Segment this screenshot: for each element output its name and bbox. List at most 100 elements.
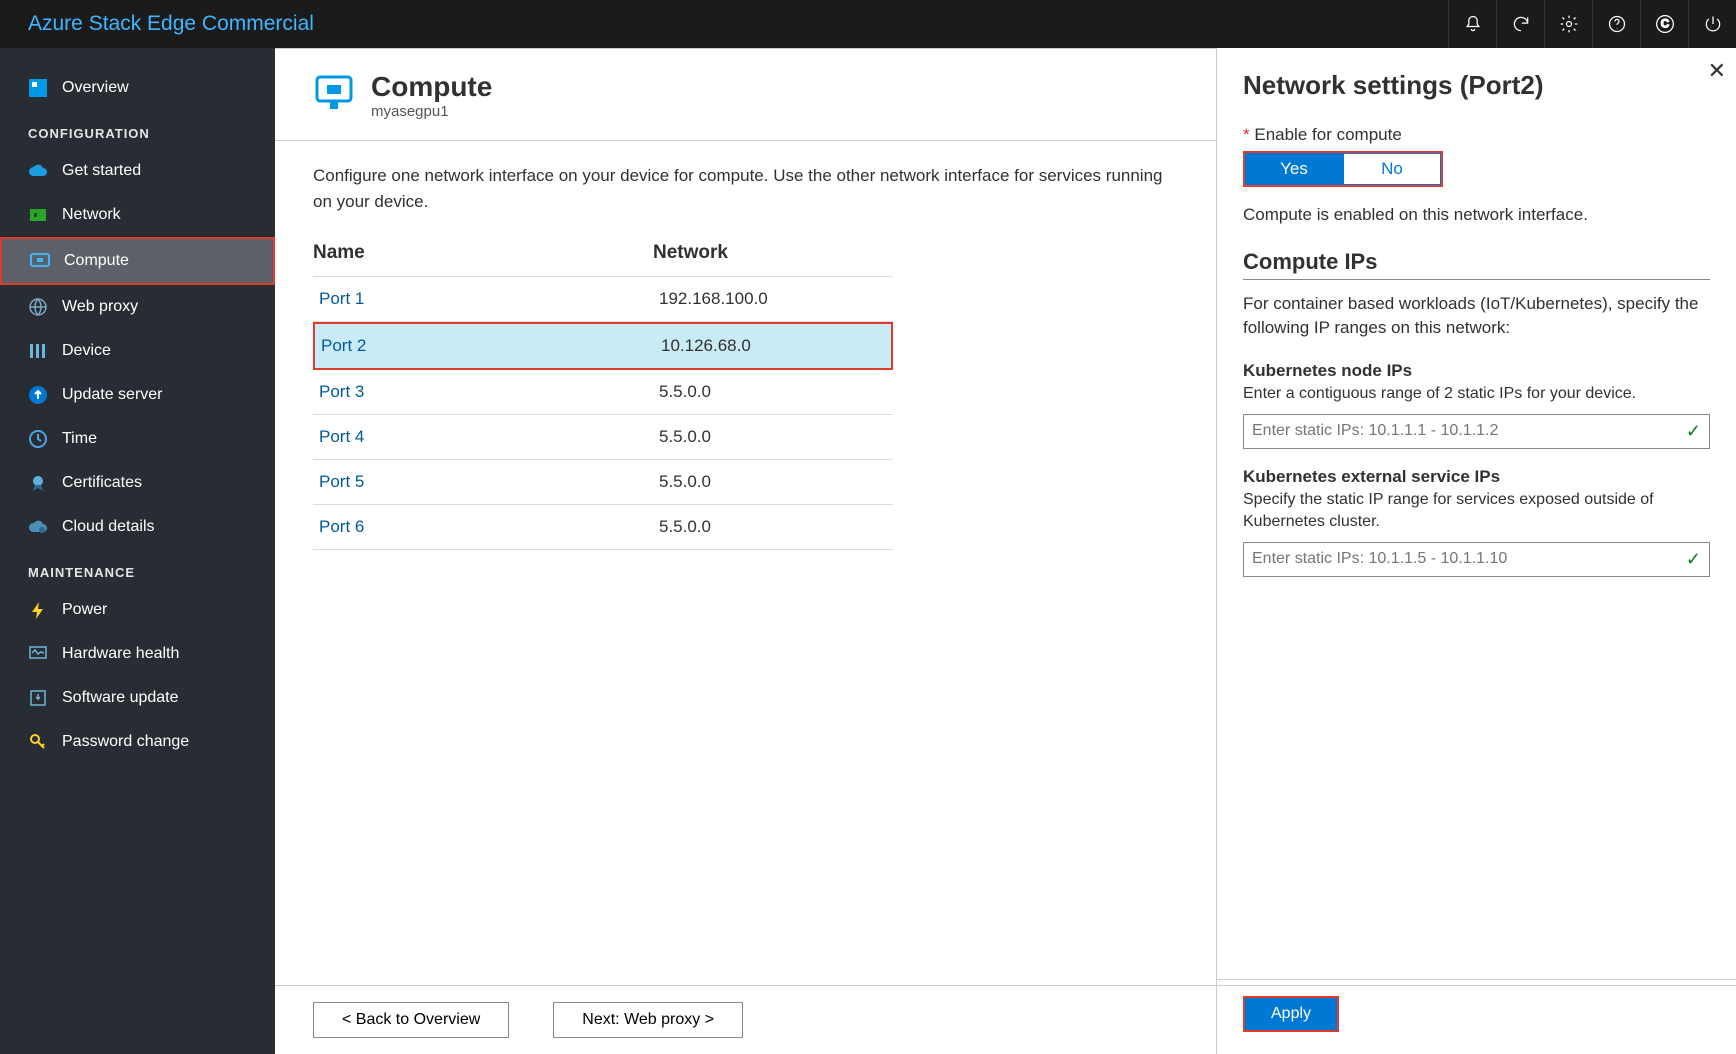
main-content: Compute myasegpu1 Configure one network … — [275, 48, 1216, 1054]
software-update-icon — [28, 688, 48, 708]
compute-page-icon — [313, 71, 355, 113]
sidebar-item-label: Device — [62, 342, 111, 360]
ips-intro: For container based workloads (IoT/Kuber… — [1243, 292, 1710, 340]
sidebar-item-label: Time — [62, 430, 97, 448]
monitor-icon — [28, 644, 48, 664]
sidebar-item-certificates[interactable]: Certificates — [0, 461, 275, 505]
sidebar-item-label: Cloud details — [62, 518, 155, 536]
key-icon — [28, 732, 48, 752]
port-network: 192.168.100.0 — [659, 289, 887, 309]
toggle-no[interactable]: No — [1343, 153, 1441, 185]
toggle-yes[interactable]: Yes — [1245, 153, 1343, 185]
k8s-ext-input[interactable] — [1252, 550, 1686, 568]
account-icon[interactable]: C — [1640, 0, 1688, 48]
port-link[interactable]: Port 6 — [319, 517, 659, 537]
check-icon: ✓ — [1686, 421, 1701, 442]
port-network: 5.5.0.0 — [659, 517, 887, 537]
sidebar-item-compute[interactable]: Compute — [0, 237, 275, 285]
enabled-msg: Compute is enabled on this network inter… — [1243, 203, 1710, 227]
sidebar-item-overview[interactable]: Overview — [0, 66, 275, 110]
clock-icon — [28, 429, 48, 449]
overview-icon — [28, 78, 48, 98]
k8s-ext-label: Kubernetes external service IPs — [1243, 467, 1710, 487]
notifications-icon[interactable] — [1448, 0, 1496, 48]
update-icon — [28, 385, 48, 405]
panel-title: Network settings (Port2) — [1243, 70, 1710, 101]
sidebar-item-software-update[interactable]: Software update — [0, 676, 275, 720]
sidebar-section-configuration: CONFIGURATION — [0, 110, 275, 149]
table-row[interactable]: Port 4 5.5.0.0 — [313, 415, 893, 460]
enable-toggle[interactable]: Yes No — [1243, 151, 1443, 187]
sidebar-item-label: Power — [62, 601, 107, 619]
help-icon[interactable] — [1592, 0, 1640, 48]
k8s-node-desc: Enter a contiguous range of 2 static IPs… — [1243, 383, 1710, 405]
col-network: Network — [653, 242, 893, 264]
k8s-ext-desc: Specify the static IP range for services… — [1243, 489, 1710, 534]
back-button[interactable]: < Back to Overview — [313, 1002, 509, 1038]
brand-title: Azure Stack Edge Commercial — [28, 12, 314, 36]
page-title: Compute — [371, 71, 492, 103]
port-network: 10.126.68.0 — [661, 336, 885, 356]
sidebar-section-maintenance: MAINTENANCE — [0, 549, 275, 588]
port-network: 5.5.0.0 — [659, 472, 887, 492]
sidebar-item-label: Network — [62, 206, 121, 224]
sidebar-item-power[interactable]: Power — [0, 588, 275, 632]
power-icon[interactable] — [1688, 0, 1736, 48]
sidebar-item-label: Get started — [62, 162, 141, 180]
port-link[interactable]: Port 1 — [319, 289, 659, 309]
globe-icon — [28, 297, 48, 317]
table-row[interactable]: Port 1 192.168.100.0 — [313, 277, 893, 322]
port-link[interactable]: Port 3 — [319, 382, 659, 402]
port-link[interactable]: Port 4 — [319, 427, 659, 447]
compute-ips-heading: Compute IPs — [1243, 249, 1710, 280]
ports-table: Name Network Port 1 192.168.100.0 Port 2… — [313, 242, 893, 550]
sidebar-item-password-change[interactable]: Password change — [0, 720, 275, 764]
sidebar-item-label: Software update — [62, 689, 179, 707]
certificate-icon — [28, 473, 48, 493]
close-icon[interactable]: ✕ — [1708, 58, 1726, 84]
sidebar-item-label: Compute — [64, 252, 129, 270]
sidebar-item-get-started[interactable]: Get started — [0, 149, 275, 193]
sidebar-item-device[interactable]: Device — [0, 329, 275, 373]
settings-icon[interactable] — [1544, 0, 1592, 48]
sidebar-item-label: Overview — [62, 79, 129, 97]
sidebar-item-label: Web proxy — [62, 298, 138, 316]
refresh-icon[interactable] — [1496, 0, 1544, 48]
cloud-icon — [28, 161, 48, 181]
sidebar-item-hardware-health[interactable]: Hardware health — [0, 632, 275, 676]
table-row[interactable]: Port 6 5.5.0.0 — [313, 505, 893, 550]
network-icon — [28, 205, 48, 225]
check-icon: ✓ — [1686, 549, 1701, 570]
sidebar-item-label: Certificates — [62, 474, 142, 492]
port-network: 5.5.0.0 — [659, 427, 887, 447]
sidebar-item-label: Hardware health — [62, 645, 179, 663]
sidebar-item-web-proxy[interactable]: Web proxy — [0, 285, 275, 329]
table-row[interactable]: Port 5 5.5.0.0 — [313, 460, 893, 505]
page-subtitle: myasegpu1 — [371, 103, 492, 120]
sidebar-item-label: Update server — [62, 386, 163, 404]
settings-panel: ✕ Network settings (Port2) * Enable for … — [1216, 48, 1736, 1054]
port-link[interactable]: Port 5 — [319, 472, 659, 492]
table-row[interactable]: Port 3 5.5.0.0 — [313, 370, 893, 415]
sidebar-item-time[interactable]: Time — [0, 417, 275, 461]
k8s-node-input[interactable] — [1252, 422, 1686, 440]
next-button[interactable]: Next: Web proxy > — [553, 1002, 743, 1038]
sidebar-item-label: Password change — [62, 733, 189, 751]
sidebar: Overview CONFIGURATION Get started Netwo… — [0, 48, 275, 1054]
sidebar-item-cloud-details[interactable]: Cloud details — [0, 505, 275, 549]
intro-text: Configure one network interface on your … — [313, 163, 1178, 214]
compute-icon — [30, 251, 50, 271]
apply-button[interactable]: Apply — [1243, 996, 1339, 1032]
sidebar-item-network[interactable]: Network — [0, 193, 275, 237]
device-icon — [28, 341, 48, 361]
svg-text:C: C — [1660, 17, 1669, 30]
sidebar-item-update-server[interactable]: Update server — [0, 373, 275, 417]
k8s-node-label: Kubernetes node IPs — [1243, 361, 1710, 381]
cloud-details-icon — [28, 517, 48, 537]
lightning-icon — [28, 600, 48, 620]
port-network: 5.5.0.0 — [659, 382, 887, 402]
port-link[interactable]: Port 2 — [321, 336, 661, 356]
col-name: Name — [313, 242, 653, 264]
enable-label: Enable for compute — [1254, 125, 1401, 144]
table-row[interactable]: Port 2 10.126.68.0 — [313, 322, 893, 370]
